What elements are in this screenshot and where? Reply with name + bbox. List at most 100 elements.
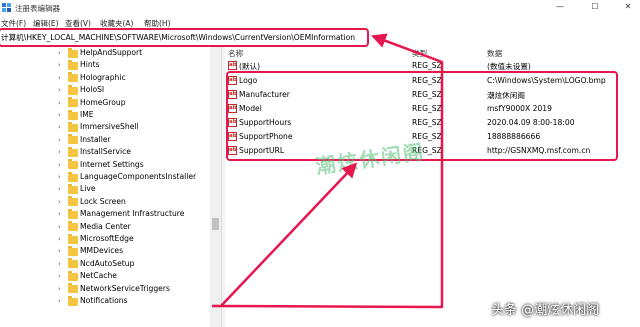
tree-item-label: ImmersiveShell: [80, 122, 139, 132]
chevron-right-icon[interactable]: ›: [58, 111, 61, 119]
tree-scrollbar[interactable]: [210, 47, 221, 327]
tree-item-label: HoloSI: [80, 85, 105, 95]
string-value-icon: ab: [228, 61, 237, 70]
folder-icon: [68, 47, 78, 58]
folder-icon: [68, 109, 78, 120]
chevron-right-icon[interactable]: ›: [58, 297, 61, 305]
column-header-name[interactable]: 名称: [228, 48, 243, 59]
folder-icon: [68, 295, 78, 306]
chevron-right-icon[interactable]: ›: [58, 99, 61, 107]
tree-item-holographic[interactable]: › Holographic: [0, 72, 210, 84]
chevron-right-icon[interactable]: ›: [58, 123, 61, 131]
tree-item-label: Hints: [80, 60, 100, 70]
key-tree: › HelpAndSupport › Hints › Holographic › Hol…: [0, 47, 221, 327]
tree-item-netcache[interactable]: › NetCache: [0, 270, 210, 282]
tree-item-label: Lock Screen: [80, 196, 126, 206]
tree-item-management-infrastructure[interactable]: › Management Infrastructure: [0, 208, 210, 220]
chevron-right-icon[interactable]: ›: [58, 161, 61, 169]
tree-item-installservice[interactable]: › InstallService: [0, 146, 210, 158]
tree-item-label: IME: [80, 110, 94, 119]
tree-item-media-center[interactable]: › Media Center: [0, 221, 210, 233]
folder-icon: [68, 84, 78, 95]
address-highlight-box: [0, 28, 369, 47]
tree-item-ncdautosetup[interactable]: › NcdAutoSetup: [0, 258, 210, 270]
folder-icon: [68, 59, 78, 70]
chevron-right-icon[interactable]: ›: [58, 173, 61, 181]
folder-icon: [68, 159, 78, 170]
tree-item-installer[interactable]: › Installer: [0, 134, 210, 146]
folder-icon: [68, 245, 78, 256]
tree-item-internet-settings[interactable]: › Internet Settings: [0, 159, 210, 171]
folder-icon: [68, 270, 78, 281]
window-title: 注册表编辑器: [15, 4, 60, 13]
tree-item-label: Internet Settings: [80, 159, 144, 169]
tree-item-notifications[interactable]: › Notifications: [0, 295, 210, 307]
tree-item-label: NcdAutoSetup: [80, 258, 135, 268]
tree-item-hints[interactable]: › Hints: [0, 59, 210, 71]
maximize-button[interactable]: ☐: [584, 0, 606, 14]
tree-item-immersiveshell[interactable]: › ImmersiveShell: [0, 121, 210, 133]
tree-item-label: Media Center: [80, 221, 131, 231]
tree-item-homegroup[interactable]: › HomeGroup: [0, 97, 210, 109]
minimize-button[interactable]: —: [549, 0, 571, 14]
folder-icon: [68, 233, 78, 244]
chevron-right-icon[interactable]: ›: [58, 136, 61, 144]
folder-icon: [68, 121, 78, 132]
close-button[interactable]: ✕: [617, 0, 639, 14]
folder-icon: [68, 134, 78, 145]
column-header-type[interactable]: 类型: [412, 48, 427, 59]
chevron-right-icon[interactable]: ›: [58, 185, 61, 193]
value-type: REG_SZ: [412, 61, 442, 70]
folder-icon: [68, 146, 78, 157]
tree-item-label: HomeGroup: [80, 97, 126, 107]
chevron-right-icon[interactable]: ›: [58, 223, 61, 231]
chevron-right-icon[interactable]: ›: [58, 285, 61, 293]
tree-item-holosi[interactable]: › HoloSI: [0, 84, 210, 96]
tree-item-label: Live: [80, 184, 96, 194]
chevron-right-icon[interactable]: ›: [58, 86, 61, 94]
tree-item-label: MMDevices: [80, 246, 124, 256]
folder-icon: [68, 283, 78, 294]
tree-item-label: Installer: [80, 134, 111, 144]
column-header-data[interactable]: 数据: [487, 48, 502, 59]
folder-icon: [68, 183, 78, 194]
chevron-right-icon[interactable]: ›: [58, 61, 61, 69]
chevron-right-icon[interactable]: ›: [58, 247, 61, 255]
folder-icon: [68, 72, 78, 83]
tree-item-label: Management Infrastructure: [80, 209, 185, 219]
registry-editor-icon: [2, 3, 11, 12]
tree-item-lock-screen[interactable]: › Lock Screen: [0, 196, 210, 208]
chevron-right-icon[interactable]: ›: [58, 272, 61, 280]
tree-scrollbar-thumb[interactable]: [212, 218, 219, 230]
tree-item-networkservicetriggers[interactable]: › NetworkServiceTriggers: [0, 283, 210, 295]
chevron-right-icon[interactable]: ›: [58, 148, 61, 156]
folder-icon: [68, 208, 78, 219]
chevron-right-icon[interactable]: ›: [58, 210, 61, 218]
chevron-right-icon[interactable]: ›: [58, 49, 61, 57]
tree-item-label: NetworkServiceTriggers: [80, 283, 170, 293]
tree-item-languagecomponentsinstaller[interactable]: › LanguageComponentsInstaller: [0, 171, 210, 183]
tree-item-label: Notifications: [80, 296, 128, 305]
chevron-right-icon[interactable]: ›: [58, 74, 61, 82]
folder-icon: [68, 97, 78, 108]
title-bar: 注册表编辑器 — ☐ ✕: [0, 0, 640, 16]
tree-item-label: Holographic: [80, 72, 126, 82]
folder-icon: [68, 221, 78, 232]
folder-icon: [68, 196, 78, 207]
chevron-right-icon[interactable]: ›: [58, 235, 61, 243]
tree-item-mmdevices[interactable]: › MMDevices: [0, 245, 210, 257]
folder-icon: [68, 171, 78, 182]
tree-item-microsoftedge[interactable]: › MicrosoftEdge: [0, 233, 210, 245]
tree-item-label: HelpAndSupport: [80, 48, 143, 57]
chevron-right-icon[interactable]: ›: [58, 198, 61, 206]
author-credit: 头条 @潮炫休闲阁: [491, 303, 600, 318]
tree-item-label: InstallService: [80, 147, 131, 157]
chevron-right-icon[interactable]: ›: [58, 260, 61, 268]
folder-icon: [68, 258, 78, 269]
tree-item-label: NetCache: [80, 271, 117, 281]
tree-item-ime[interactable]: › IME: [0, 109, 210, 121]
tree-item-live[interactable]: › Live: [0, 183, 210, 195]
tree-item-label: LanguageComponentsInstaller: [80, 172, 197, 181]
tree-item-label: MicrosoftEdge: [80, 234, 134, 243]
tree-item-helpandsupport[interactable]: › HelpAndSupport: [0, 47, 210, 59]
